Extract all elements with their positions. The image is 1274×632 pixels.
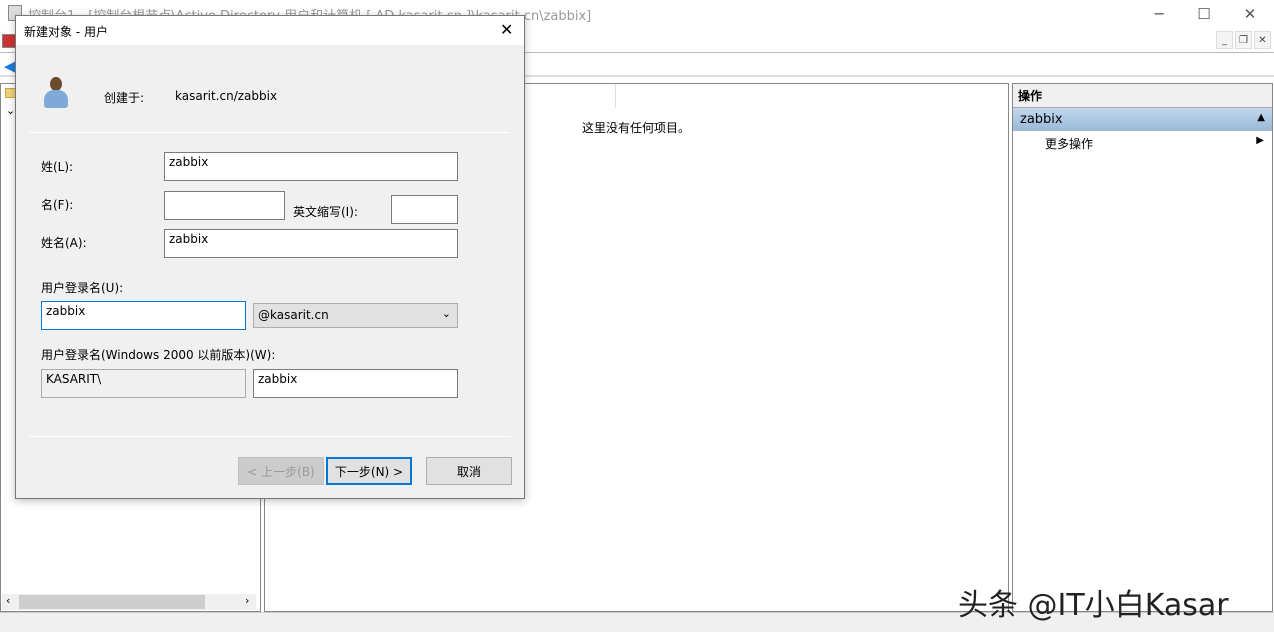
initials-input[interactable] bbox=[391, 195, 458, 224]
initials-label: 英文缩写(I): bbox=[293, 205, 358, 219]
dialog-title: 新建对象 - 用户 bbox=[24, 25, 108, 39]
scroll-right-icon[interactable]: › bbox=[245, 594, 249, 607]
actions-pane: 操作 zabbix ▲ 更多操作 ▶ bbox=[1012, 83, 1273, 612]
first-name-input[interactable] bbox=[164, 191, 285, 220]
legacy-logon-label: 用户登录名(Windows 2000 以前版本)(W): bbox=[41, 348, 276, 362]
first-name-label: 名(F): bbox=[41, 198, 74, 212]
mdi-minimize-button[interactable]: _ bbox=[1216, 31, 1233, 49]
full-name-input[interactable]: zabbix bbox=[164, 229, 458, 258]
legacy-logon-input[interactable]: zabbix bbox=[253, 369, 458, 398]
chevron-down-icon: ⌄ bbox=[441, 307, 451, 320]
mdi-restore-button[interactable]: ❐ bbox=[1235, 31, 1252, 49]
scroll-thumb[interactable] bbox=[19, 595, 205, 609]
maximize-button[interactable]: ☐ bbox=[1181, 0, 1227, 28]
chevron-down-icon[interactable]: ⌄ bbox=[6, 104, 15, 117]
new-user-dialog: 新建对象 - 用户 ✕ 创建于: kasarit.cn/zabbix 姓(L):… bbox=[15, 15, 525, 499]
minimize-button[interactable]: ─ bbox=[1136, 0, 1182, 28]
scroll-left-icon[interactable]: ‹ bbox=[6, 594, 10, 607]
empty-message: 这里没有任何项目。 bbox=[582, 121, 691, 135]
created-in-label: 创建于: bbox=[104, 91, 145, 105]
console-icon bbox=[2, 34, 16, 48]
dialog-title-bar: 新建对象 - 用户 ✕ bbox=[16, 16, 524, 45]
logon-name-input[interactable]: zabbix bbox=[41, 301, 246, 330]
user-icon bbox=[43, 77, 69, 109]
back-button[interactable]: < 上一步(B) bbox=[238, 457, 324, 485]
next-button[interactable]: 下一步(N) > bbox=[326, 457, 412, 485]
domain-select[interactable]: @kasarit.cn ⌄ bbox=[253, 303, 458, 328]
collapse-icon[interactable]: ▲ bbox=[1257, 112, 1265, 127]
logon-name-label: 用户登录名(U): bbox=[41, 281, 124, 295]
dialog-close-button[interactable]: ✕ bbox=[500, 20, 513, 39]
column-divider[interactable] bbox=[615, 84, 616, 108]
domain-select-value: @kasarit.cn bbox=[258, 308, 329, 322]
horizontal-scrollbar[interactable]: ‹ › bbox=[2, 594, 256, 610]
actions-section-zabbix[interactable]: zabbix ▲ bbox=[1013, 108, 1272, 131]
divider bbox=[29, 132, 509, 133]
last-name-input[interactable]: zabbix bbox=[164, 152, 458, 181]
last-name-label: 姓(L): bbox=[41, 160, 74, 174]
divider bbox=[29, 436, 511, 437]
close-button[interactable]: ✕ bbox=[1227, 0, 1273, 28]
full-name-label: 姓名(A): bbox=[41, 236, 87, 250]
created-in-value: kasarit.cn/zabbix bbox=[175, 89, 278, 103]
back-arrow-icon[interactable]: ◀ bbox=[4, 57, 16, 75]
actions-section-label: zabbix bbox=[1020, 112, 1063, 127]
actions-header: 操作 bbox=[1013, 84, 1272, 108]
watermark: 头条 @IT小白Kasar bbox=[958, 588, 1229, 623]
more-actions-item[interactable]: 更多操作 ▶ bbox=[1013, 131, 1272, 152]
legacy-domain-field: KASARIT\ bbox=[41, 369, 246, 398]
cancel-button[interactable]: 取消 bbox=[426, 457, 512, 485]
submenu-arrow-icon: ▶ bbox=[1256, 135, 1264, 146]
mdi-close-button[interactable]: ✕ bbox=[1254, 31, 1271, 49]
more-actions-label: 更多操作 bbox=[1045, 137, 1094, 151]
